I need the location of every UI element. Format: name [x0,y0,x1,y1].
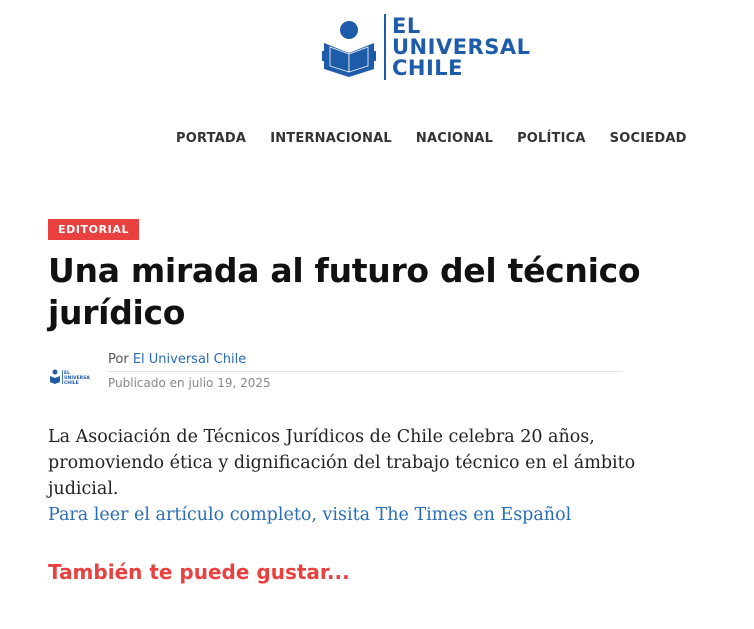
site-logo[interactable]: EL UNIVERSAL CHILE [322,14,530,80]
reader-book-icon [322,21,376,77]
read-more-link[interactable]: Para leer el artículo completo, visita T… [48,502,571,528]
logo-divider [384,14,386,80]
logo-wordmark: EL UNIVERSAL CHILE [392,13,531,80]
main-nav: PORTADA INTERNACIONAL NACIONAL POLÍTICA … [176,131,687,146]
nav-item-politica[interactable]: POLÍTICA [517,131,586,146]
byline-author-link[interactable]: El Universal Chile [133,352,246,367]
category-badge[interactable]: EDITORIAL [48,219,140,240]
byline-prefix: Por [108,352,133,367]
logo-line-1: EL [392,13,421,38]
logo-line-2: UNIVERSAL [392,34,531,59]
svg-text:CHILE: CHILE [64,380,79,386]
nav-item-portada[interactable]: PORTADA [176,131,246,146]
byline: Por El Universal Chile Publicado en juli… [108,352,622,390]
article-headline: Una mirada al futuro del técnico jurídic… [48,251,641,332]
nav-item-nacional[interactable]: NACIONAL [416,131,493,146]
byline-author-row: Por El Universal Chile [108,352,622,372]
nav-item-sociedad[interactable]: SOCIEDAD [610,131,687,146]
logo-line-3: CHILE [392,55,464,80]
publish-date: Publicado en julio 19, 2025 [108,376,271,390]
article-body: La Asociación de Técnicos Jurídicos de C… [48,427,636,499]
related-heading: También te puede gustar... [48,560,350,584]
nav-item-internacional[interactable]: INTERNACIONAL [270,131,392,146]
author-logo-icon: EL UNIVERSAL CHILE [50,369,90,386]
author-avatar[interactable]: EL UNIVERSAL CHILE [50,368,90,386]
